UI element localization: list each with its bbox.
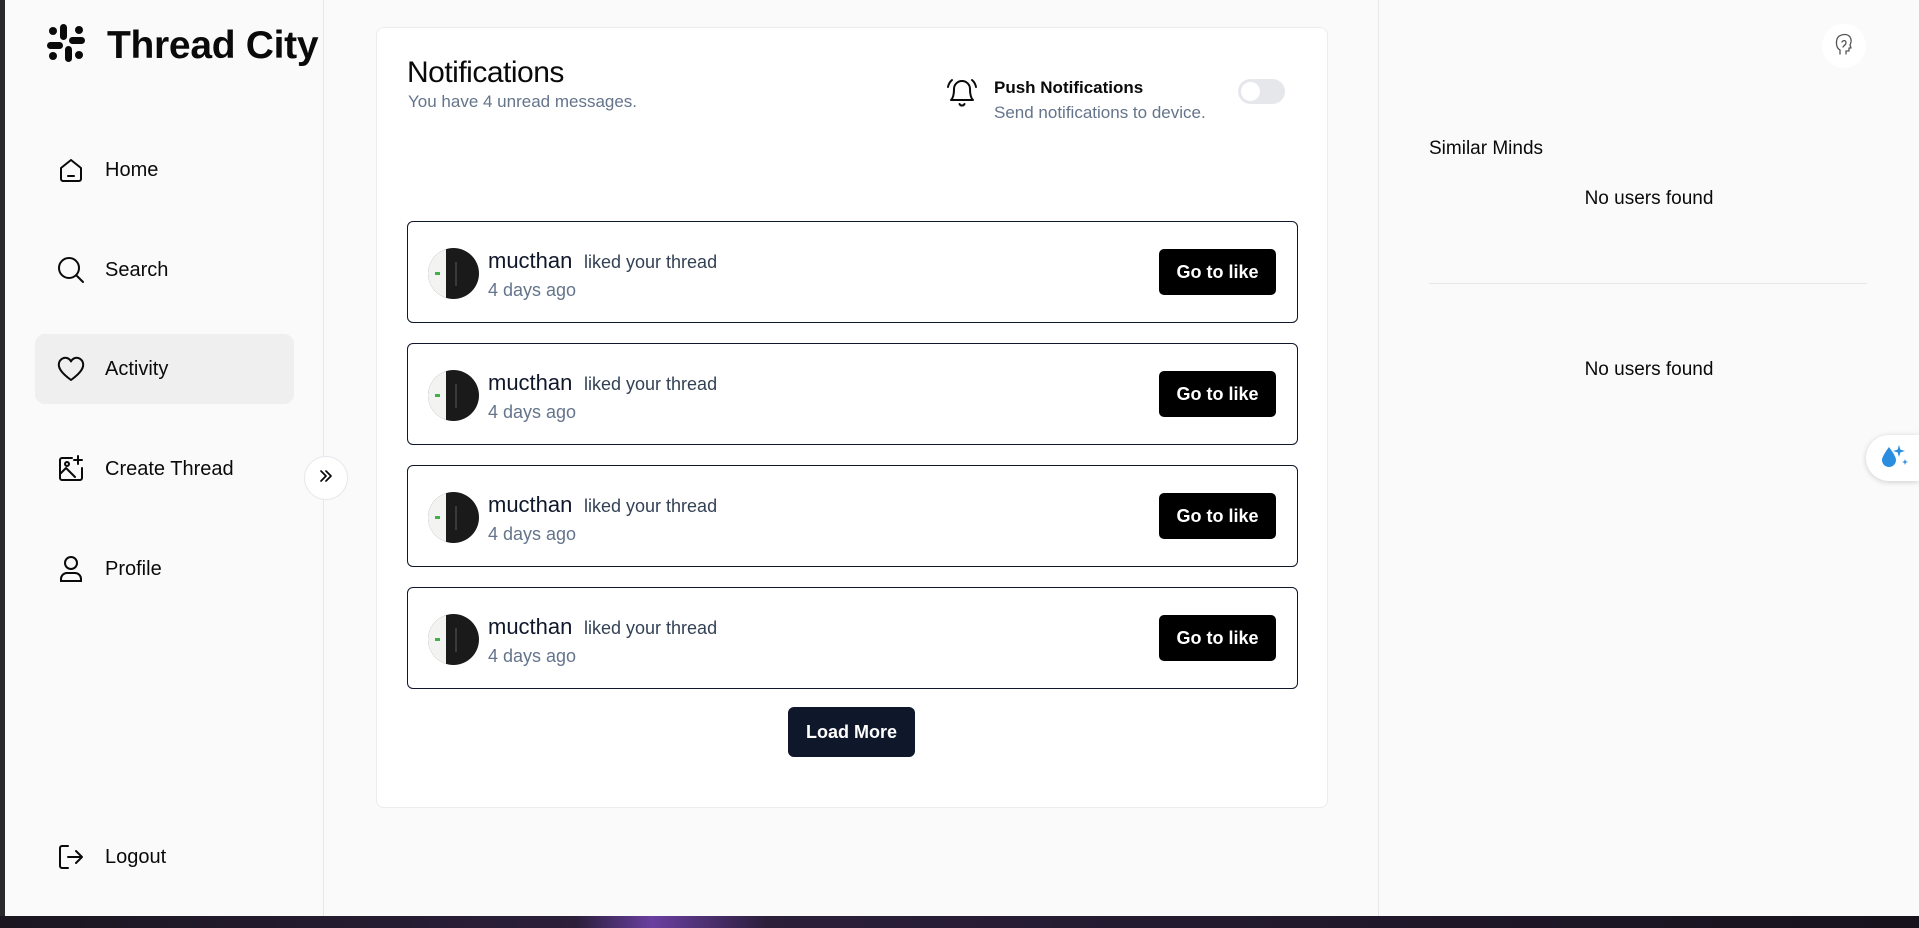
go-to-like-button[interactable]: Go to like [1159, 249, 1276, 295]
notification-time: 4 days ago [488, 402, 577, 422]
notification-time: 4 days ago [488, 646, 577, 666]
push-notifications-title: Push Notifications [994, 78, 1144, 97]
heart-icon [56, 354, 86, 384]
app-window: Thread City Home Search Activity Create … [5, 0, 1919, 916]
logout-button[interactable]: Logout [35, 822, 294, 892]
sidebar: Thread City Home Search Activity Create … [5, 0, 324, 916]
sidebar-item-profile[interactable]: Profile [35, 534, 294, 604]
chevrons-right-icon [318, 468, 334, 489]
empty-state-text: No users found [1584, 188, 1714, 209]
sidebar-item-label: Activity [105, 357, 169, 380]
go-to-like-button[interactable]: Go to like [1159, 493, 1276, 539]
sidebar-item-label: Create Thread [105, 457, 234, 480]
go-to-like-button[interactable]: Go to like [1159, 615, 1276, 661]
sidebar-item-activity[interactable]: Activity [35, 334, 294, 404]
notification-action: liked your thread [584, 252, 718, 272]
logo[interactable]: Thread City [45, 22, 319, 69]
similar-minds-title: Similar Minds [1429, 138, 1544, 159]
sparkle-drop-icon [1877, 441, 1909, 476]
avatar[interactable] [428, 614, 479, 665]
push-notifications-toggle[interactable] [1238, 79, 1285, 104]
home-icon [56, 155, 86, 185]
notification-item: mucthan liked your thread 4 days ago Go … [407, 587, 1298, 689]
logout-label: Logout [105, 845, 167, 868]
sidebar-item-home[interactable]: Home [35, 135, 294, 205]
head-outline-icon [1833, 32, 1855, 61]
divider [1429, 283, 1867, 284]
notification-action: liked your thread [584, 618, 718, 638]
sidebar-item-label: Search [105, 258, 169, 281]
notification-item: mucthan liked your thread 4 days ago Go … [407, 343, 1298, 445]
sidebar-collapse-button[interactable] [304, 456, 348, 500]
sidebar-item-search[interactable]: Search [35, 235, 294, 305]
page-title: Notifications [407, 56, 564, 89]
sidebar-item-label: Profile [105, 557, 162, 580]
avatar[interactable] [428, 370, 479, 421]
bell-ring-icon [945, 76, 979, 115]
sidebar-item-create-thread[interactable]: Create Thread [35, 434, 294, 504]
notification-time: 4 days ago [488, 280, 577, 300]
user-avatar[interactable] [1822, 24, 1866, 68]
right-panel: Similar Minds No users found No users fo… [1378, 0, 1919, 916]
notification-item: mucthan liked your thread 4 days ago Go … [407, 465, 1298, 567]
push-notifications-subtitle: Send notifications to device. [994, 103, 1206, 122]
notification-username[interactable]: mucthan [488, 370, 572, 396]
notification-username[interactable]: mucthan [488, 248, 572, 274]
app-title: Thread City [107, 23, 319, 67]
avatar[interactable] [428, 248, 479, 299]
ai-assistant-button[interactable] [1866, 435, 1919, 481]
user-icon [56, 554, 86, 584]
search-icon [56, 255, 86, 285]
taskbar-strip [0, 916, 1919, 928]
notification-action: liked your thread [584, 496, 718, 516]
sidebar-item-label: Home [105, 158, 159, 181]
logout-icon [56, 842, 86, 872]
notification-time: 4 days ago [488, 524, 577, 544]
notification-username[interactable]: mucthan [488, 614, 572, 640]
notifications-card: Notifications You have 4 unread messages… [376, 27, 1328, 808]
notification-action: liked your thread [584, 374, 718, 394]
go-to-like-button[interactable]: Go to like [1159, 371, 1276, 417]
empty-state-text: No users found [1584, 359, 1714, 380]
logo-icon [45, 22, 87, 69]
avatar[interactable] [428, 492, 479, 543]
notification-item: mucthan liked your thread 4 days ago Go … [407, 221, 1298, 323]
toggle-knob [1241, 82, 1260, 101]
notification-username[interactable]: mucthan [488, 492, 572, 518]
load-more-button[interactable]: Load More [788, 707, 915, 757]
image-plus-icon [56, 454, 86, 484]
unread-count-text: You have 4 unread messages. [408, 92, 638, 111]
